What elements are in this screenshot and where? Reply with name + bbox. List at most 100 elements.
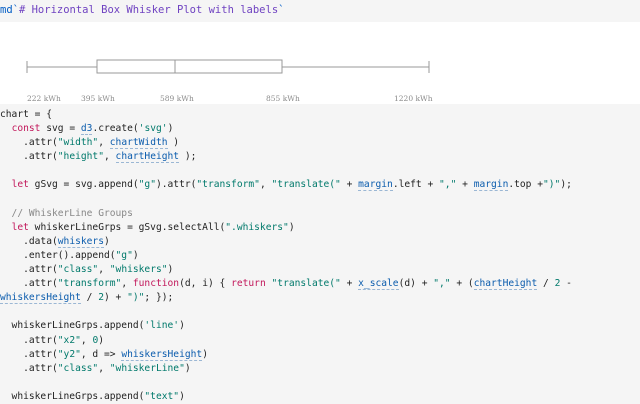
code-token: .attr( — [0, 137, 58, 149]
code-line: .attr("y2", d => whiskersHeight) — [0, 348, 640, 362]
tick-label-4: 1220 kWh — [394, 94, 433, 103]
code-line: // WhiskerLine Groups — [0, 207, 640, 221]
code-token: ) — [288, 221, 295, 233]
code-token: chart = { — [0, 109, 52, 120]
code-token: chartHeight — [473, 278, 538, 291]
code-line: whiskersHeight / 2) + ")"; }); — [0, 291, 640, 305]
markdown-content: # Horizontal Box Whisker Plot with label… — [18, 4, 279, 16]
code-token: ) — [167, 123, 174, 135]
code-token: ")" — [543, 179, 561, 191]
code-token: 'line' — [144, 320, 180, 332]
code-token: "translate(" — [271, 179, 341, 191]
code-token: d3 — [80, 123, 93, 136]
code-token: x_scale — [358, 278, 399, 291]
code-line: const svg = d3.create('svg') — [0, 122, 640, 136]
code-token: "class" — [57, 362, 99, 374]
code-line: let gSvg = svg.append("g").attr("transfo… — [0, 178, 640, 192]
code-line: whiskerLineGrps.append('line') — [0, 319, 640, 333]
code-line: .attr("class", "whiskers") — [0, 263, 640, 277]
code-line: .attr("height", chartHeight ); — [0, 150, 640, 164]
code-token: .attr( — [0, 264, 58, 276]
code-token: "text" — [144, 390, 180, 402]
code-token: / — [537, 278, 555, 290]
code-token: + — [456, 179, 474, 191]
code-token: "g" — [138, 179, 156, 191]
code-token: , — [98, 264, 110, 276]
code-token: whiskerLineGrps.append( — [0, 320, 145, 332]
code-token: , — [98, 137, 110, 149]
code-token: + ( — [450, 278, 474, 290]
code-token: .attr( — [0, 362, 58, 374]
code-token: ) — [132, 249, 139, 261]
code-token: whiskerLineGrps = gSvg.selectAll( — [28, 221, 226, 233]
code-token: ) — [98, 334, 104, 346]
code-token: ) — [184, 362, 191, 374]
code-token: margin — [473, 179, 509, 192]
code-token: ); — [179, 151, 197, 163]
code-token: const — [11, 123, 41, 135]
code-token: ) — [179, 320, 185, 332]
code-token: "y2" — [57, 348, 81, 360]
code-token: whiskers — [57, 235, 104, 248]
code-token: ) — [179, 390, 185, 402]
code-token: ; }); — [144, 292, 174, 304]
code-token: .attr( — [0, 348, 58, 360]
code-token: .attr( — [0, 334, 58, 346]
code-line: whiskerLineGrps.append("text") — [0, 390, 640, 404]
code-token: whiskersHeight — [121, 348, 203, 361]
code-token: .left + — [392, 179, 440, 191]
code-token: return — [231, 278, 266, 290]
code-token: ".whiskers" — [225, 221, 289, 233]
iqr-box — [96, 59, 283, 74]
code-line: .enter().append("g") — [0, 249, 640, 263]
code-token: "translate(" — [271, 278, 341, 290]
code-line: .attr("transform", function(d, i) { retu… — [0, 277, 640, 291]
code-token: (d, i) { — [179, 278, 232, 290]
code-token: .top + — [508, 179, 543, 191]
code-token: "whiskerLine" — [109, 362, 185, 374]
code-token: "width" — [57, 137, 99, 149]
code-token: gSvg = svg.append( — [28, 179, 139, 191]
code-token: .attr( — [0, 278, 58, 290]
code-token: chartHeight — [115, 151, 180, 164]
code-token: "transform" — [57, 278, 122, 290]
code-token: let — [11, 179, 29, 191]
markdown-cell[interactable]: md`# Horizontal Box Whisker Plot with la… — [0, 0, 640, 22]
code-token: function — [132, 278, 180, 290]
code-token: "class" — [57, 264, 99, 276]
code-token: "," — [439, 179, 457, 191]
code-token: ) + — [103, 292, 128, 304]
code-token: ).attr( — [155, 179, 197, 191]
plot-output: 222 kWh 395 kWh 589 kWh 855 kWh 1220 kWh — [0, 22, 640, 104]
code-token: / — [80, 292, 99, 304]
code-token: , — [121, 278, 133, 290]
code-line: .attr("class", "whiskerLine") — [0, 362, 640, 376]
code-token: "," — [433, 278, 451, 290]
tick-label-3: 855 kWh — [266, 94, 300, 103]
code-token: (d) + — [398, 278, 434, 290]
code-token: ")" — [127, 292, 145, 304]
code-token: .attr( — [0, 151, 58, 163]
code-token: "height" — [57, 151, 104, 163]
code-token: chartWidth — [109, 137, 168, 150]
code-token: ); — [560, 179, 572, 191]
code-line: chart = { — [0, 108, 640, 122]
code-token: svg = — [40, 123, 81, 135]
code-token: ) — [167, 137, 180, 149]
code-token: margin — [358, 179, 393, 192]
code-token: + — [340, 179, 359, 191]
code-token: let — [11, 221, 29, 233]
code-token: "x2" — [57, 334, 81, 346]
code-token: , d => — [80, 348, 122, 360]
tick-label-1: 395 kWh — [81, 94, 115, 103]
code-token: .create( — [92, 123, 139, 135]
code-token: "whiskers" — [109, 264, 168, 276]
code-cell[interactable]: chart = { const svg = d3.create('svg') .… — [0, 104, 640, 404]
code-token: , — [103, 151, 116, 163]
